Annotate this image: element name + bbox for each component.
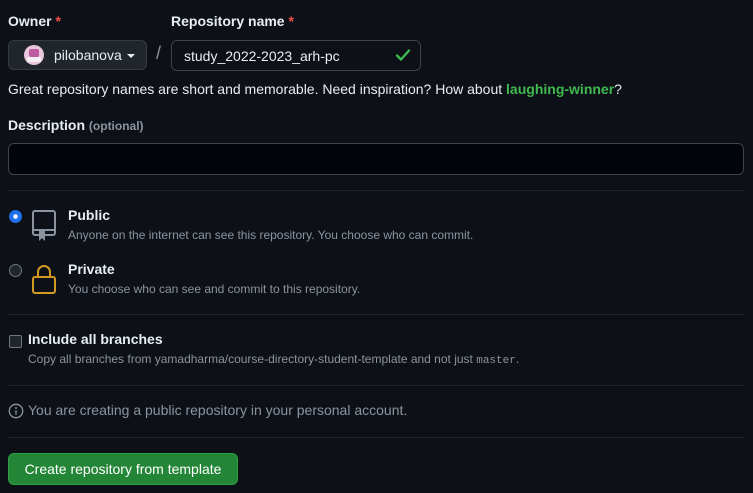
include-all-branches-description: Copy all branches from yamadharma/course… [28,352,520,367]
public-description: Anyone on the internet can see this repo… [68,228,474,242]
private-title: Private [68,261,115,277]
divider [8,190,745,191]
repo-icon [32,210,56,241]
description-input[interactable] [8,143,744,175]
chevron-down-icon [126,54,135,58]
owner-name: pilobanova [54,47,122,63]
lock-icon [32,265,56,294]
repository-required-mark: * [288,13,294,29]
create-repository-button[interactable]: Create repository from template [8,453,238,485]
owner-avatar [24,45,44,65]
private-radio[interactable] [9,264,22,277]
repository-name-label: Repository name * [171,13,294,29]
public-radio[interactable] [9,210,22,223]
visibility-info-text: You are creating a public repository in … [28,402,408,418]
repository-name-hint: Great repository names are short and mem… [8,81,622,97]
private-description: You choose who can see and commit to thi… [68,282,361,296]
divider [8,314,745,315]
default-branch-name: master [476,355,516,367]
repository-name-value: study_2022-2023_arh-pc [184,47,340,64]
name-suggestion-link[interactable]: laughing-winner [506,81,614,97]
owner-label: Owner * [8,13,61,29]
divider [8,385,745,386]
include-all-branches-label: Include all branches [28,331,163,347]
owner-repo-separator: / [156,43,162,63]
divider [8,437,745,438]
check-icon [395,49,411,61]
owner-select-button[interactable]: pilobanova [8,40,147,70]
owner-required-mark: * [55,13,61,29]
public-title: Public [68,207,111,223]
repository-name-input[interactable]: study_2022-2023_arh-pc [171,40,421,71]
info-icon [8,403,24,419]
optional-hint: (optional) [88,119,144,133]
description-label: Description (optional) [8,117,144,133]
include-all-branches-checkbox[interactable] [9,335,22,348]
